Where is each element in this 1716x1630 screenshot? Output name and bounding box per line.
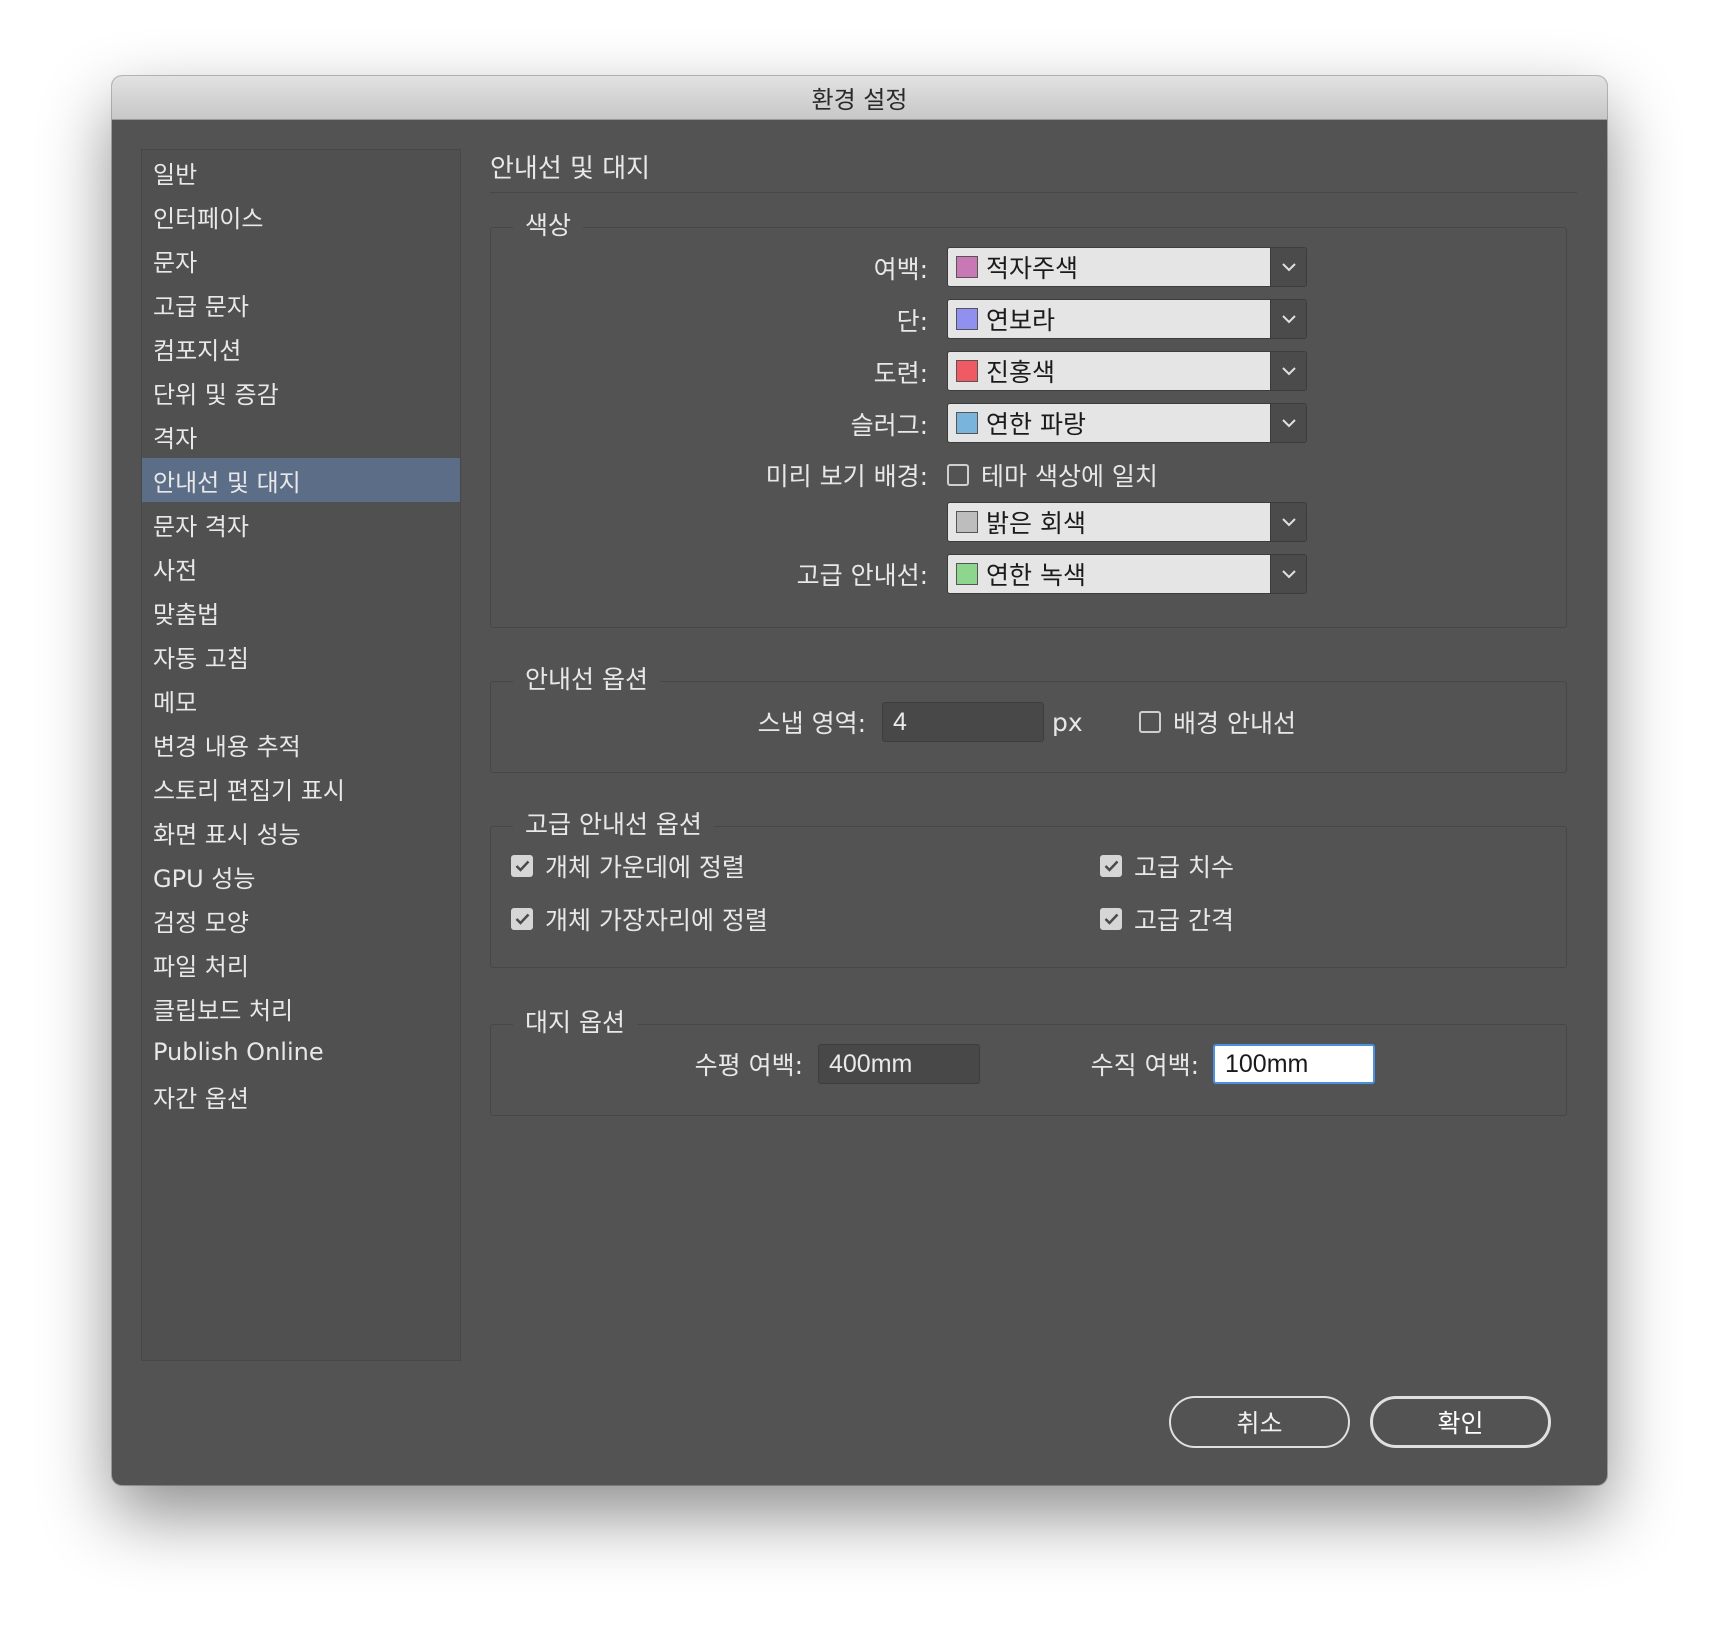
- align-to-object-edges-label: 개체 가장자리에 정렬: [545, 906, 768, 935]
- preview-background-dropdown[interactable]: 밝은 회색: [947, 502, 1307, 542]
- smart-guide-options-label: 고급 안내선 옵션: [513, 805, 714, 841]
- smart-guide-options-group: 고급 안내선 옵션 개체 가운데에 정렬 고급 치수 개체 가장자리에 정렬 고…: [490, 805, 1567, 968]
- align-to-object-center-option[interactable]: 개체 가운데에 정렬: [511, 846, 745, 886]
- sidebar-item-file-handling[interactable]: 파일 처리: [142, 942, 460, 986]
- chevron-down-icon[interactable]: [1270, 404, 1306, 442]
- slug-color-swatch: [956, 412, 978, 434]
- columns-color-dropdown[interactable]: 연보라: [947, 299, 1307, 339]
- window-title: 환경 설정: [811, 86, 908, 114]
- align-to-object-edges-option[interactable]: 개체 가장자리에 정렬: [511, 899, 768, 939]
- cancel-button[interactable]: 취소: [1169, 1396, 1350, 1448]
- sidebar-item-grids[interactable]: 격자: [142, 414, 460, 458]
- pasteboard-options-label: 대지 옵션: [513, 1003, 637, 1039]
- smart-dimensions-option[interactable]: 고급 치수: [1100, 846, 1234, 886]
- margins-color-value: 적자주색: [986, 254, 1079, 283]
- smart-guides-color-swatch: [956, 563, 978, 585]
- title-divider: [490, 192, 1577, 193]
- margins-color-swatch: [956, 256, 978, 278]
- snap-zone-label: 스냅 영역:: [757, 709, 866, 738]
- match-theme-color-label: 테마 색상에 일치: [981, 462, 1158, 491]
- sidebar-item-clipboard-handling[interactable]: 클립보드 처리: [142, 986, 460, 1030]
- bleed-color-dropdown[interactable]: 진홍색: [947, 351, 1307, 391]
- chevron-down-icon[interactable]: [1270, 248, 1306, 286]
- chevron-down-icon[interactable]: [1270, 300, 1306, 338]
- sidebar-item-guides-pasteboard[interactable]: 안내선 및 대지: [142, 458, 460, 502]
- color-group-label: 색상: [513, 206, 584, 242]
- margins-color-dropdown[interactable]: 적자주색: [947, 247, 1307, 287]
- slug-label: 슬러그:: [850, 411, 928, 440]
- slug-color-value: 연한 파랑: [986, 410, 1086, 439]
- bleed-color-swatch: [956, 360, 978, 382]
- sidebar-item-autocorrect[interactable]: 자동 고침: [142, 634, 460, 678]
- columns-color-value: 연보라: [986, 306, 1056, 335]
- margins-label: 여백:: [873, 255, 928, 284]
- smart-dimensions-label: 고급 치수: [1134, 853, 1234, 882]
- sidebar-item-frame-grid[interactable]: 문자 격자: [142, 502, 460, 546]
- color-group: 색상 여백: 적자주색 단: 연보라 도련: 진홍색 슬러그: 연한 파랑 미리…: [490, 206, 1567, 628]
- page-title: 안내선 및 대지: [490, 154, 651, 184]
- sidebar-item-general[interactable]: 일반: [142, 150, 460, 194]
- chevron-down-icon[interactable]: [1270, 555, 1306, 593]
- smart-spacing-checkbox[interactable]: [1100, 908, 1122, 930]
- sidebar-item-composition[interactable]: 컴포지션: [142, 326, 460, 370]
- sidebar-item-advanced-type[interactable]: 고급 문자: [142, 282, 460, 326]
- preferences-window: 환경 설정 일반 인터페이스 문자 고급 문자 컴포지션 단위 및 증감 격자 …: [112, 76, 1607, 1485]
- columns-color-swatch: [956, 308, 978, 330]
- sidebar-item-notes[interactable]: 메모: [142, 678, 460, 722]
- sidebar-item-interface[interactable]: 인터페이스: [142, 194, 460, 238]
- guides-in-back-label: 배경 안내선: [1173, 709, 1296, 738]
- columns-label: 단:: [896, 307, 928, 336]
- sidebar-item-units-increments[interactable]: 단위 및 증감: [142, 370, 460, 414]
- sidebar-item-publish-online[interactable]: Publish Online: [142, 1030, 460, 1074]
- pasteboard-options-group: 대지 옵션 수평 여백: 400mm 수직 여백: 100mm: [490, 1003, 1567, 1116]
- ok-button[interactable]: 확인: [1370, 1396, 1551, 1448]
- chevron-down-icon[interactable]: [1270, 503, 1306, 541]
- snap-zone-unit: px: [1052, 707, 1083, 737]
- horizontal-margins-label: 수평 여백:: [694, 1051, 803, 1080]
- smart-guides-label: 고급 안내선:: [796, 561, 928, 590]
- smart-dimensions-checkbox[interactable]: [1100, 855, 1122, 877]
- slug-color-dropdown[interactable]: 연한 파랑: [947, 403, 1307, 443]
- sidebar-item-dictionary[interactable]: 사전: [142, 546, 460, 590]
- vertical-margins-label: 수직 여백:: [1090, 1051, 1199, 1080]
- preview-background-swatch: [956, 511, 978, 533]
- sidebar-item-spelling[interactable]: 맞춤법: [142, 590, 460, 634]
- sidebar-item-display-performance[interactable]: 화면 표시 성능: [142, 810, 460, 854]
- preview-background-value: 밝은 회색: [986, 509, 1086, 538]
- snap-zone-input[interactable]: 4: [882, 702, 1044, 742]
- smart-guides-color-value: 연한 녹색: [986, 561, 1086, 590]
- guide-options-group: 안내선 옵션 스냅 영역: 4 px 배경 안내선: [490, 660, 1567, 773]
- match-theme-color-option[interactable]: 테마 색상에 일치: [947, 455, 1158, 495]
- bleed-label: 도련:: [873, 359, 928, 388]
- align-to-object-edges-checkbox[interactable]: [511, 908, 533, 930]
- sidebar-item-appearance-of-black[interactable]: 검정 모양: [142, 898, 460, 942]
- guide-options-label: 안내선 옵션: [513, 660, 660, 696]
- vertical-margins-input[interactable]: 100mm: [1213, 1044, 1375, 1084]
- category-list: 일반 인터페이스 문자 고급 문자 컴포지션 단위 및 증감 격자 안내선 및 …: [141, 149, 461, 1361]
- align-to-object-center-checkbox[interactable]: [511, 855, 533, 877]
- sidebar-item-track-changes[interactable]: 변경 내용 추적: [142, 722, 460, 766]
- sidebar-item-story-editor[interactable]: 스토리 편집기 표시: [142, 766, 460, 810]
- smart-spacing-option[interactable]: 고급 간격: [1100, 899, 1234, 939]
- smart-spacing-label: 고급 간격: [1134, 906, 1234, 935]
- match-theme-color-checkbox[interactable]: [947, 464, 969, 486]
- sidebar-item-mojikumi-options[interactable]: 자간 옵션: [142, 1074, 460, 1118]
- preview-background-label: 미리 보기 배경:: [765, 462, 928, 491]
- sidebar-item-type[interactable]: 문자: [142, 238, 460, 282]
- title-bar[interactable]: 환경 설정: [112, 76, 1607, 120]
- horizontal-margins-input[interactable]: 400mm: [818, 1044, 980, 1084]
- chevron-down-icon[interactable]: [1270, 352, 1306, 390]
- smart-guides-color-dropdown[interactable]: 연한 녹색: [947, 554, 1307, 594]
- sidebar-item-gpu-performance[interactable]: GPU 성능: [142, 854, 460, 898]
- guides-in-back-option[interactable]: 배경 안내선: [1139, 702, 1296, 742]
- align-to-object-center-label: 개체 가운데에 정렬: [545, 853, 745, 882]
- guides-in-back-checkbox[interactable]: [1139, 711, 1161, 733]
- bleed-color-value: 진홍색: [986, 358, 1056, 387]
